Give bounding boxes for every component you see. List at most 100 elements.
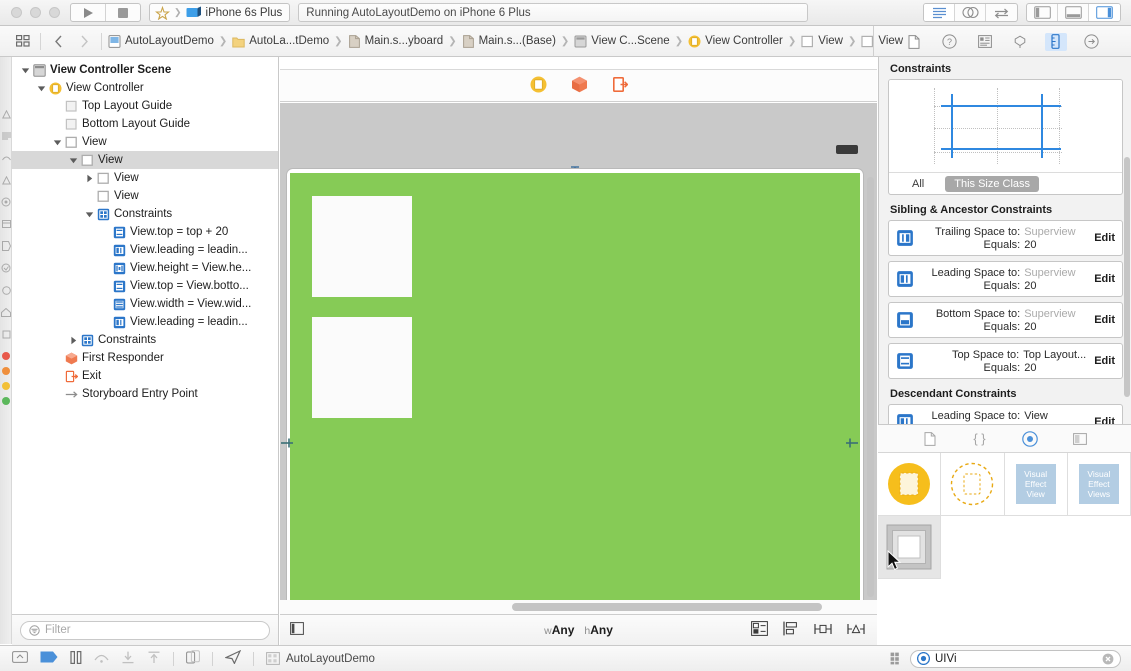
disclosure-cell[interactable] bbox=[36, 84, 47, 93]
outline-row-18[interactable]: Storyboard Entry Point bbox=[12, 385, 278, 403]
scope-all-button[interactable]: All bbox=[903, 176, 933, 192]
outline-row-6[interactable]: View bbox=[12, 169, 278, 187]
storyboard-canvas[interactable] bbox=[280, 103, 877, 614]
subview-bottom[interactable] bbox=[312, 317, 412, 418]
connections-inspector-tab[interactable] bbox=[1080, 33, 1102, 51]
outline-row-1[interactable]: View Controller bbox=[12, 79, 278, 97]
disclosure-cell[interactable] bbox=[68, 156, 79, 165]
location-button[interactable] bbox=[225, 650, 241, 667]
outline-row-7[interactable]: View bbox=[12, 187, 278, 205]
disclosure-cell[interactable] bbox=[84, 210, 95, 219]
breadcrumb-item-4[interactable]: View C...Scene bbox=[572, 35, 671, 48]
library-item-visual-effect-view[interactable]: Visual Effect View bbox=[1005, 453, 1068, 516]
constraint-edit-button[interactable]: Edit bbox=[1094, 273, 1115, 285]
constraint-target-value[interactable]: Superview bbox=[1024, 308, 1086, 320]
log-navigator-rail-icon[interactable] bbox=[0, 279, 12, 301]
constraint-target-value[interactable]: Superview bbox=[1024, 267, 1086, 279]
identity-inspector-tab[interactable] bbox=[974, 33, 996, 51]
constraint-constant-value[interactable]: 20 bbox=[1024, 362, 1086, 374]
outline-row-2[interactable]: Top Layout Guide bbox=[12, 97, 278, 115]
outline-row-15[interactable]: Constraints bbox=[12, 331, 278, 349]
constraint-constant-value[interactable]: 20 bbox=[1024, 239, 1086, 251]
scheme-status[interactable]: AutoLayoutDemo bbox=[266, 652, 375, 665]
simulate-location-button[interactable] bbox=[186, 650, 200, 667]
show-hide-debug-button[interactable] bbox=[12, 651, 28, 666]
sibling-constraint-card-3[interactable]: Top Space to:Top Layout...Equals:20Edit bbox=[888, 343, 1123, 379]
find-navigator-rail-icon[interactable] bbox=[0, 147, 12, 169]
outline-row-9[interactable]: View.top = top + 20 bbox=[12, 223, 278, 241]
run-button[interactable] bbox=[71, 4, 105, 21]
library-search-input[interactable]: UIVi bbox=[910, 650, 1121, 668]
view-controller-dock-icon[interactable] bbox=[530, 76, 547, 96]
toggle-debug-area-button[interactable] bbox=[1058, 4, 1089, 21]
outline-row-3[interactable]: Bottom Layout Guide bbox=[12, 115, 278, 133]
constraint-target-value[interactable]: View bbox=[1024, 410, 1086, 422]
minimize-window-button[interactable] bbox=[30, 7, 41, 18]
attributes-inspector-tab[interactable] bbox=[1009, 33, 1031, 51]
document-outline-toggle-button[interactable] bbox=[290, 622, 304, 638]
toggle-navigator-button[interactable] bbox=[1027, 4, 1058, 21]
filter-input[interactable]: Filter bbox=[20, 621, 270, 640]
sibling-constraint-card-0[interactable]: Trailing Space to:SuperviewEquals:20Edit bbox=[888, 220, 1123, 256]
file-inspector-tab[interactable] bbox=[903, 33, 925, 51]
outline-row-0[interactable]: View Controller Scene bbox=[12, 61, 278, 79]
constraint-target-value[interactable]: Top Layout... bbox=[1023, 349, 1086, 361]
scope-this-size-class-button[interactable]: This Size Class bbox=[945, 176, 1039, 192]
assistant-editor-button[interactable] bbox=[955, 4, 986, 21]
align-button[interactable] bbox=[783, 621, 799, 639]
disclosure-triangle-open[interactable] bbox=[85, 210, 94, 219]
object-library-tab[interactable] bbox=[1020, 429, 1040, 449]
constraint-edit-button[interactable]: Edit bbox=[1094, 355, 1115, 367]
test-navigator-rail-icon[interactable] bbox=[0, 191, 12, 213]
issue-navigator-rail-icon[interactable] bbox=[0, 169, 12, 191]
outline-row-10[interactable]: View.leading = leadin... bbox=[12, 241, 278, 259]
clear-search-icon[interactable] bbox=[1102, 653, 1114, 665]
disclosure-triangle-open[interactable] bbox=[69, 156, 78, 165]
pin-button[interactable] bbox=[814, 622, 832, 639]
trailing-constraint-handle[interactable] bbox=[845, 436, 859, 450]
breadcrumb-item-2[interactable]: Main.s...yboard bbox=[346, 35, 446, 48]
constraint-target-value[interactable]: Superview bbox=[1024, 226, 1086, 238]
outline-row-11[interactable]: View.height = View.he... bbox=[12, 259, 278, 277]
size-inspector-tab[interactable] bbox=[1045, 33, 1067, 51]
disclosure-triangle-open[interactable] bbox=[37, 84, 46, 93]
related-items-button[interactable] bbox=[10, 35, 36, 47]
constraint-constant-value[interactable]: 20 bbox=[1024, 280, 1086, 292]
embed-in-button[interactable] bbox=[751, 621, 768, 639]
misc-rail-icon[interactable] bbox=[0, 323, 12, 345]
outline-row-4[interactable]: View bbox=[12, 133, 278, 151]
sibling-constraint-card-2[interactable]: Bottom Space to:SuperviewEquals:20Edit bbox=[888, 302, 1123, 338]
debug-navigator-rail-icon[interactable] bbox=[0, 213, 12, 235]
root-view[interactable] bbox=[290, 173, 860, 614]
breadcrumb-item-1[interactable]: AutoLa...tDemo bbox=[230, 35, 331, 48]
home-rail-icon[interactable] bbox=[0, 301, 12, 323]
disclosure-cell[interactable] bbox=[52, 138, 63, 147]
quick-help-inspector-tab[interactable]: ? bbox=[938, 33, 960, 51]
symbol-navigator-rail-icon[interactable] bbox=[0, 125, 12, 147]
media-library-tab[interactable] bbox=[1070, 429, 1090, 449]
pause-button[interactable] bbox=[70, 651, 82, 667]
breadcrumb-item-5[interactable]: View Controller bbox=[686, 35, 785, 48]
scheme-selector[interactable]: ❯ iPhone 6s Plus bbox=[149, 3, 290, 22]
version-editor-button[interactable] bbox=[986, 4, 1017, 21]
close-window-button[interactable] bbox=[11, 7, 22, 18]
outline-row-13[interactable]: View.width = View.wid... bbox=[12, 295, 278, 313]
outline-row-17[interactable]: Exit bbox=[12, 367, 278, 385]
canvas-horizontal-scrollbar[interactable] bbox=[280, 600, 877, 614]
stop-button[interactable] bbox=[106, 4, 140, 21]
breakpoint-navigator-rail-icon[interactable] bbox=[0, 235, 12, 257]
zoom-window-button[interactable] bbox=[49, 7, 60, 18]
step-out-button[interactable] bbox=[147, 651, 161, 667]
breadcrumb-item-6[interactable]: View bbox=[799, 35, 845, 48]
library-item-visual-effect-views[interactable]: Visual Effect Views bbox=[1068, 453, 1131, 516]
file-template-library-tab[interactable] bbox=[920, 429, 940, 449]
library-item-placeholder[interactable] bbox=[941, 453, 1004, 516]
toggle-utilities-button[interactable] bbox=[1089, 4, 1120, 21]
leading-constraint-handle[interactable] bbox=[280, 436, 294, 450]
library-filter-icon[interactable] bbox=[890, 652, 904, 665]
constraint-edit-button[interactable]: Edit bbox=[1094, 232, 1115, 244]
breadcrumb-item-0[interactable]: AutoLayoutDemo bbox=[106, 35, 216, 48]
library-item-view-controller[interactable] bbox=[878, 453, 941, 516]
outline-row-12[interactable]: View.top = View.botto... bbox=[12, 277, 278, 295]
outline-row-16[interactable]: First Responder bbox=[12, 349, 278, 367]
